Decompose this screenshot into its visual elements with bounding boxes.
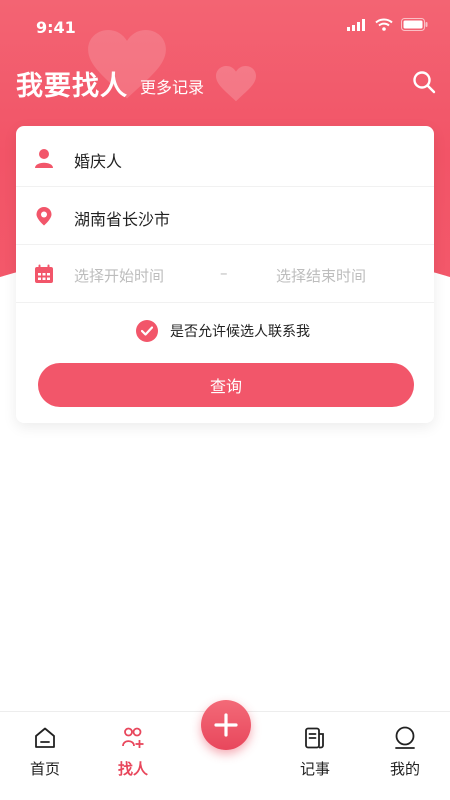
search-icon[interactable] [412,70,436,94]
person-icon [35,149,53,168]
title-bar: 我要找人 更多记录 [0,60,450,108]
location-value: 湖南省长沙市 [74,210,171,229]
tab-find-person-label: 找人 [117,760,148,778]
consent-label: 是否允许候选人联系我 [170,324,310,340]
end-date-input[interactable]: 选择结束时间 [276,265,366,286]
tab-profile[interactable]: 我的 [360,712,450,800]
tab-notes-label: 记事 [299,760,330,778]
find-person-icon [122,727,144,748]
wifi-icon [375,18,393,31]
date-range-field: 选择开始时间 – 选择结束时间 [16,245,434,303]
notebook-icon [305,727,324,749]
role-field[interactable]: 婚庆人 [16,129,434,187]
status-icons [347,18,428,31]
tab-home[interactable]: 首页 [0,712,90,800]
tab-find-person[interactable]: 找人 [88,712,178,800]
search-form-card: 婚庆人 湖南省长沙市 选择开始时间 – 选择结束时间 是否允许候选人联系我 查询 [16,126,434,423]
home-icon [35,727,55,748]
start-date-input[interactable]: 选择开始时间 [74,265,164,286]
status-bar: 9:41 [0,0,450,44]
signal-icon [347,18,365,31]
tab-home-label: 首页 [29,760,60,778]
location-field[interactable]: 湖南省长沙市 [16,187,434,245]
profile-icon [395,726,415,749]
add-button[interactable] [201,700,251,750]
location-pin-icon [36,207,52,226]
contact-consent-checkbox[interactable]: 是否允许候选人联系我 [136,320,310,342]
query-button[interactable]: 查询 [38,363,414,407]
more-records-link[interactable]: 更多记录 [140,74,204,98]
page-title: 我要找人 [16,71,128,102]
calendar-icon [35,264,53,283]
checkmark-icon [136,320,158,342]
plus-icon [214,713,238,737]
tab-profile-label: 我的 [389,760,420,778]
tab-notes[interactable]: 记事 [270,712,360,800]
battery-icon [401,18,428,31]
status-time: 9:41 [36,18,76,37]
date-separator: – [220,264,228,282]
role-value: 婚庆人 [74,152,123,171]
